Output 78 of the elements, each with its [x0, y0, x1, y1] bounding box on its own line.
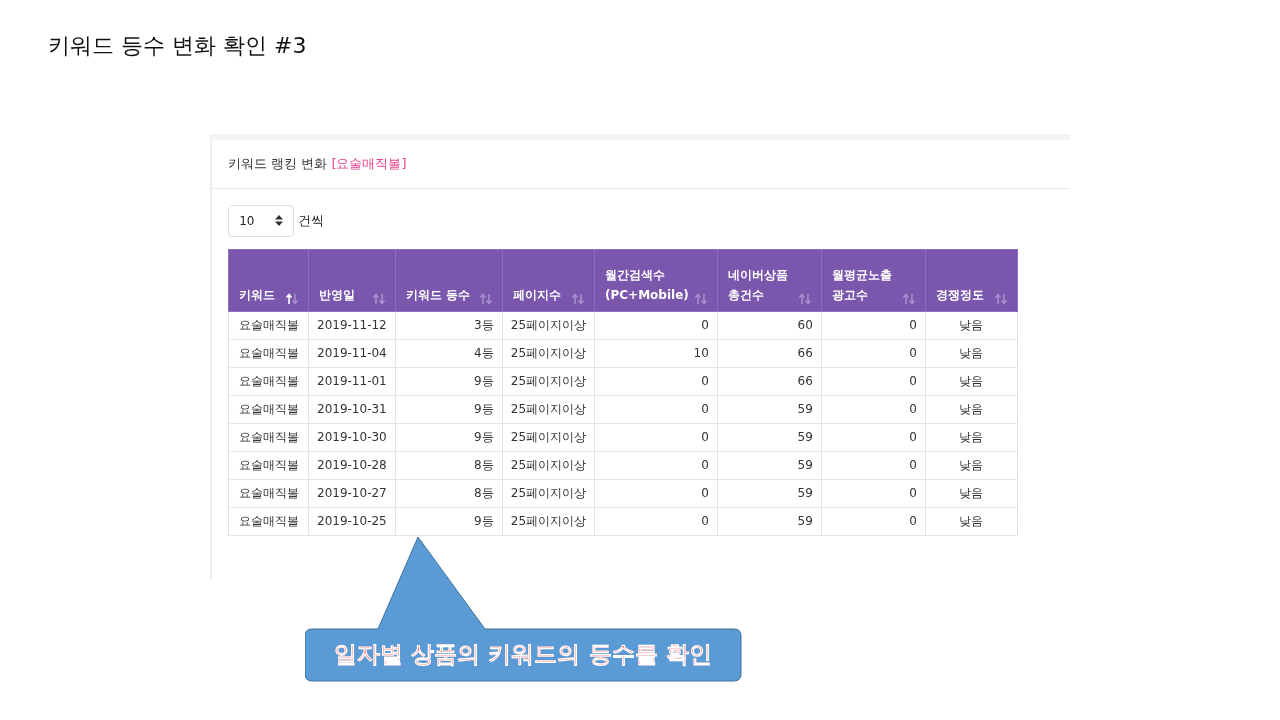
column-header[interactable]: 페이지수 [502, 249, 595, 311]
table-cell: 25페이지이상 [502, 367, 595, 395]
table-cell: 9등 [395, 395, 503, 423]
table-cell: 낮음 [925, 339, 1018, 367]
table-cell: 2019-10-27 [308, 479, 396, 507]
callout-text: 일자별 상품의 키워드의 등수를 확인 [333, 640, 713, 670]
table-cell: 0 [821, 311, 926, 339]
table-cell: 낮음 [925, 395, 1018, 423]
table-cell: 0 [594, 479, 718, 507]
table-cell: 낮음 [925, 507, 1018, 535]
table-cell: 10 [594, 339, 718, 367]
table-cell: 요술매직볼 [228, 423, 309, 451]
table-cell: 25페이지이상 [502, 507, 595, 535]
column-header[interactable]: 네이버상품 총건수 [717, 249, 822, 311]
page-size-select[interactable]: 10 [228, 204, 294, 237]
table-cell: 낮음 [925, 367, 1018, 395]
table-cell: 0 [594, 507, 718, 535]
table-cell: 낮음 [925, 423, 1018, 451]
table-cell: 2019-11-01 [308, 367, 396, 395]
table-cell: 낮음 [925, 479, 1018, 507]
column-header[interactable]: 월평균노출 광고수 [821, 249, 926, 311]
table-cell: 25페이지이상 [502, 479, 595, 507]
table-cell: 60 [717, 311, 822, 339]
table-cell: 25페이지이상 [502, 395, 595, 423]
table-cell: 9등 [395, 507, 503, 535]
table-cell: 66 [717, 339, 822, 367]
column-header[interactable]: 키워드 등수 [395, 249, 503, 311]
table-cell: 3등 [395, 311, 503, 339]
table-cell: 2019-11-04 [308, 339, 396, 367]
table-cell: 요술매직볼 [228, 311, 309, 339]
table-cell: 59 [717, 479, 822, 507]
table-cell: 2019-10-25 [308, 507, 396, 535]
table-cell: 8등 [395, 479, 503, 507]
table-cell: 0 [821, 395, 926, 423]
table-cell: 0 [594, 311, 718, 339]
table-cell: 59 [717, 423, 822, 451]
table-cell: 9등 [395, 367, 503, 395]
table-cell: 59 [717, 395, 822, 423]
table-cell: 0 [594, 367, 718, 395]
table-cell: 9등 [395, 423, 503, 451]
table-cell: 요술매직볼 [228, 451, 309, 479]
table-cell: 요술매직볼 [228, 395, 309, 423]
table-cell: 2019-11-12 [308, 311, 396, 339]
table-cell: 요술매직볼 [228, 339, 309, 367]
table-cell: 0 [594, 395, 718, 423]
table-cell: 0 [821, 507, 926, 535]
table-cell: 59 [717, 507, 822, 535]
column-header[interactable]: 키워드 [228, 249, 309, 311]
table-cell: 0 [821, 479, 926, 507]
spinner-icon [274, 215, 283, 226]
table-cell: 2019-10-30 [308, 423, 396, 451]
table-cell: 66 [717, 367, 822, 395]
table-cell: 0 [594, 451, 718, 479]
table-cell: 4등 [395, 339, 503, 367]
table-cell: 0 [821, 423, 926, 451]
column-header[interactable]: 경쟁정도 [925, 249, 1018, 311]
slide-title: 키워드 등수 변화 확인 #3 [47, 32, 308, 60]
column-header[interactable]: 반영일 [308, 249, 396, 311]
table-cell: 0 [821, 367, 926, 395]
table-cell: 8등 [395, 451, 503, 479]
table-cell: 요술매직볼 [228, 507, 309, 535]
panel-title: 키워드 랭킹 변화 [요술매직볼] [212, 140, 1070, 189]
page-size-label: 건씩 [298, 211, 324, 230]
table-cell: 25페이지이상 [502, 423, 595, 451]
table-cell: 0 [594, 423, 718, 451]
table-cell: 0 [821, 451, 926, 479]
table-cell: 낮음 [925, 451, 1018, 479]
table-cell: 2019-10-31 [308, 395, 396, 423]
table-cell: 25페이지이상 [502, 339, 595, 367]
column-header[interactable]: 월간검색수 (PC+Mobile) [594, 249, 718, 311]
table-cell: 0 [821, 339, 926, 367]
table-cell: 2019-10-28 [308, 451, 396, 479]
table-cell: 25페이지이상 [502, 311, 595, 339]
table-cell: 25페이지이상 [502, 451, 595, 479]
table-cell: 낮음 [925, 311, 1018, 339]
table-cell: 요술매직볼 [228, 479, 309, 507]
table-cell: 59 [717, 451, 822, 479]
table-cell: 요술매직볼 [228, 367, 309, 395]
